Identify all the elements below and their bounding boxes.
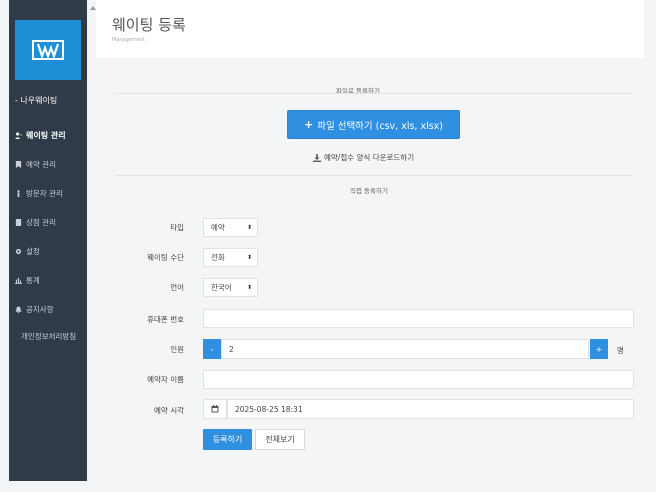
template-download-link[interactable]: 예약/접수 양식 다운로드하기 [313,152,414,163]
method-label: 웨이팅 수단 [147,253,184,262]
language-select-value: 한국어 [211,283,232,292]
sidebar-item-settings[interactable]: 설정 [15,246,40,257]
sidebar-item-label: 설정 [26,247,40,256]
app-root: - 나우웨이팅 웨이팅 관리 예약 관리 방문자 관리 상점 관리 설정 통계 … [0,0,656,492]
upload-divider [115,93,632,94]
calendar-button[interactable] [203,399,227,419]
sidebar-item-privacy[interactable]: 개인정보처리방침 [15,332,81,342]
bell-icon [15,306,22,313]
logo[interactable] [15,20,81,80]
download-label: 예약/접수 양식 다운로드하기 [324,153,415,162]
sidebar-item-store[interactable]: 상점 관리 [15,217,56,228]
type-label: 타입 [170,223,184,232]
logo-icon [32,40,64,60]
people-input[interactable]: 2 [221,339,589,359]
language-select[interactable]: 한국어 ⬍ [203,278,258,297]
direct-section-title: 직접 등록하기 [350,187,388,195]
sidebar-item-label: 개인정보처리방침 [21,332,77,341]
type-select[interactable]: 예약 ⬍ [203,218,258,237]
submit-button[interactable]: 등록하기 [203,429,252,450]
direct-divider [115,175,632,176]
sidebar-item-label: 웨이팅 관리 [26,131,66,140]
language-label: 언어 [170,283,184,292]
sidebar-item-notice[interactable]: 공지사항 [15,304,54,315]
calendar-icon [211,405,219,413]
people-increment-button[interactable]: + [590,339,608,359]
gear-icon [15,248,22,255]
sidebar: - 나우웨이팅 웨이팅 관리 예약 관리 방문자 관리 상점 관리 설정 통계 … [9,0,87,481]
time-input[interactable]: 2025-08-25 18:31 [227,399,634,419]
download-icon [313,153,321,162]
sidebar-item-label: 통계 [26,276,40,285]
name-label: 예약자 이름 [147,375,184,384]
page-header: 웨이팅 등록 Management [96,0,644,58]
sidebar-item-label: 예약 관리 [26,160,56,169]
sidebar-item-waiting[interactable]: 웨이팅 관리 [15,130,66,141]
people-decrement-button[interactable]: - [203,339,221,359]
sidebar-item-label: 방문자 관리 [26,189,63,198]
phone-input[interactable] [203,309,634,328]
people-input-value: 2 [229,344,234,354]
plus-icon: + [303,118,314,131]
type-select-value: 예약 [211,223,225,232]
people-unit: 명 [617,346,624,355]
bookmark-icon [15,161,22,168]
page-subtitle: Management [112,37,145,43]
sidebar-item-label: 공지사항 [26,305,54,314]
people-label: 인원 [170,345,184,354]
bar-chart-icon [15,277,22,284]
name-input[interactable] [203,370,634,389]
time-input-value: 2025-08-25 18:31 [235,404,303,414]
file-select-label: 파일 선택하기 (csv, xls, xlsx) [317,120,444,132]
method-select-value: 전화 [211,253,225,262]
view-all-button[interactable]: 전체보기 [255,429,305,450]
sidebar-section-title: - 나우웨이팅 [15,96,58,105]
sidebar-item-label: 상점 관리 [26,218,56,227]
sidebar-item-reservation[interactable]: 예약 관리 [15,159,56,170]
time-label: 예약 시각 [154,406,184,415]
phone-label: 휴대폰 번호 [147,315,184,324]
store-icon [15,219,22,226]
method-select[interactable]: 전화 ⬍ [203,248,258,267]
page-title: 웨이팅 등록 [112,16,186,34]
user-add-icon [15,132,22,139]
select-arrow-icon: ⬍ [246,254,252,261]
sidebar-item-stats[interactable]: 통계 [15,275,40,286]
file-select-button[interactable]: + 파일 선택하기 (csv, xls, xlsx) [287,110,460,139]
visitor-icon [17,190,20,197]
select-arrow-icon: ⬍ [246,224,252,231]
select-arrow-icon: ⬍ [246,284,252,291]
sidebar-item-visitor[interactable]: 방문자 관리 [15,188,63,199]
